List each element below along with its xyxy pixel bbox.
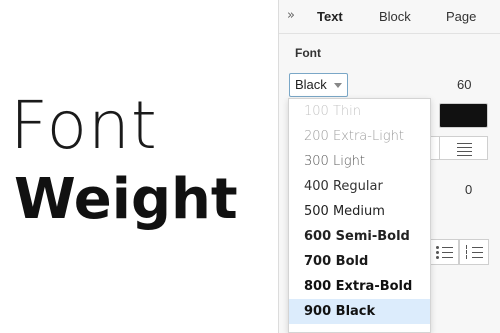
font-weight-option[interactable]: 700 Bold xyxy=(289,249,430,274)
font-weight-option[interactable]: 900 Black xyxy=(289,299,430,324)
font-size-value[interactable]: 60 xyxy=(457,77,471,92)
font-color-swatch[interactable] xyxy=(439,103,488,128)
font-weight-option[interactable]: 800 Extra-Bold xyxy=(289,274,430,299)
font-weight-select-value: Black xyxy=(295,77,327,92)
preview-line-font: Font xyxy=(10,87,158,164)
font-weight-option[interactable]: 400 Regular xyxy=(289,174,430,199)
font-preview: Font Weight xyxy=(0,0,278,333)
collapse-panel-icon[interactable]: » xyxy=(287,9,301,23)
font-weight-option[interactable]: 200 Extra-Light xyxy=(289,124,430,149)
tab-block[interactable]: Block xyxy=(379,9,411,25)
numbered-list-button[interactable] xyxy=(459,239,489,265)
tab-page[interactable]: Page xyxy=(446,9,476,25)
bullet-list-button[interactable] xyxy=(429,239,459,265)
font-section-label: Font xyxy=(295,46,321,60)
font-weight-menu: 100 Thin 200 Extra-Light 300 Light 400 Regu… xyxy=(288,98,431,333)
tab-text[interactable]: Text xyxy=(317,9,343,25)
align-justify-icon xyxy=(457,143,472,159)
font-weight-option[interactable]: 300 Light xyxy=(289,149,430,174)
font-weight-option[interactable]: 600 Semi-Bold xyxy=(289,224,430,249)
align-justify-button[interactable] xyxy=(439,136,488,160)
preview-line-weight: Weight xyxy=(14,167,238,232)
panel-tabs: » Text Block Page xyxy=(279,0,500,34)
letter-spacing-value[interactable]: 0 xyxy=(465,182,472,197)
chevron-down-icon xyxy=(334,83,342,88)
font-weight-option[interactable]: 500 Medium xyxy=(289,199,430,224)
font-weight-select[interactable]: Black xyxy=(289,73,348,97)
font-weight-option[interactable]: 100 Thin xyxy=(289,99,430,124)
